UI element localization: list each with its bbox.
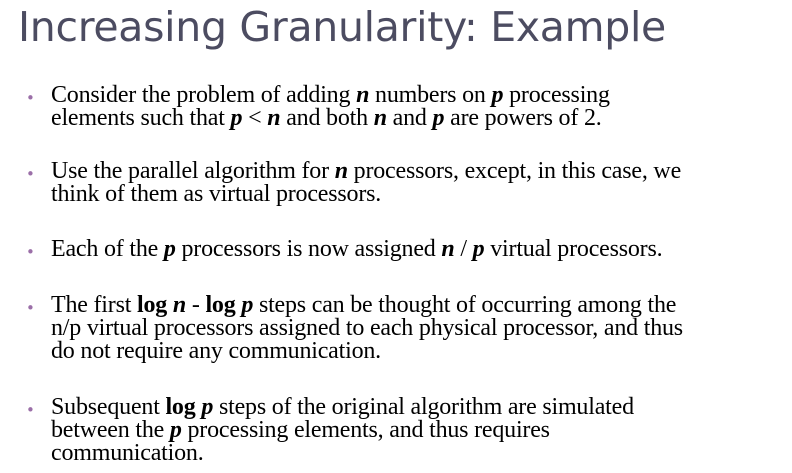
variable-p: p	[163, 236, 176, 262]
bullet-text: Each of the p processors is now assigned…	[51, 236, 791, 262]
slide-title: Increasing Granularity: Example	[18, 3, 666, 51]
variable-p: p	[472, 236, 485, 262]
bullet-marker: •	[26, 89, 35, 107]
bullet-line: elements such that p < n and both n and …	[51, 105, 602, 131]
bullet-line: n/p virtual processors assigned to each …	[51, 315, 683, 341]
slide: Increasing Granularity: Example • Consid…	[0, 0, 792, 473]
bullet-line: Subsequent log p steps of the original a…	[51, 394, 634, 420]
variable-n: n	[267, 105, 281, 131]
variable-p: p	[230, 105, 243, 131]
bullet-text: The first log n - log p steps can be tho…	[51, 292, 791, 364]
bullet-line: The first log n - log p steps can be tho…	[51, 292, 677, 318]
bullet-marker: •	[26, 401, 35, 419]
bullet-line: between the p processing elements, and t…	[51, 417, 550, 443]
bullet-marker: •	[26, 299, 35, 317]
variable-n: n	[373, 105, 387, 131]
bullet-text: Consider the problem of adding n numbers…	[51, 82, 791, 131]
variable-p: p	[432, 105, 445, 131]
variable-n: n	[441, 236, 455, 262]
bullet-line: Use the parallel algorithm for n process…	[51, 158, 682, 184]
bullet-text: Use the parallel algorithm for n process…	[51, 158, 791, 207]
bullet-marker: •	[26, 243, 35, 261]
bullet-text: Subsequent log p steps of the original a…	[51, 394, 791, 466]
bullet-marker: •	[26, 165, 35, 183]
bullet-line: Each of the p processors is now assigned…	[51, 236, 663, 262]
bullet-line: Consider the problem of adding n numbers…	[51, 82, 610, 108]
bullet-line: do not require any communication.	[51, 338, 381, 364]
bullet-line: think of them as virtual processors.	[51, 181, 382, 207]
bullet-line: communication.	[51, 440, 204, 466]
